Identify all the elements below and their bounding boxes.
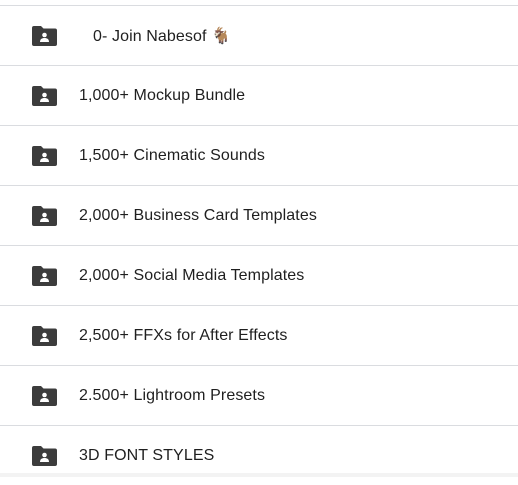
shared-folder-icon	[32, 85, 57, 106]
folder-name: 2,000+ Business Card Templates	[79, 206, 317, 224]
shared-folder-icon	[32, 25, 57, 46]
folder-name: 1,000+ Mockup Bundle	[79, 86, 246, 104]
folder-list: 0- Join Nabesof 🐐 1,000+ Mockup Bundle 1…	[0, 5, 518, 485]
folder-row[interactable]: 1,000+ Mockup Bundle	[0, 66, 518, 126]
shared-folder-icon	[32, 445, 57, 466]
folder-name: 1,500+ Cinematic Sounds	[79, 146, 265, 164]
shared-folder-icon	[32, 385, 57, 406]
folder-row[interactable]: 2,000+ Business Card Templates	[0, 186, 518, 246]
bottom-divider	[0, 473, 518, 477]
shared-folder-icon	[32, 205, 57, 226]
folder-row[interactable]: 2.500+ Lightroom Presets	[0, 366, 518, 426]
folder-row[interactable]: 0- Join Nabesof 🐐	[0, 6, 518, 66]
folder-row[interactable]: 2,000+ Social Media Templates	[0, 246, 518, 306]
folder-name: 3D FONT STYLES	[79, 446, 215, 464]
folder-name: 2.500+ Lightroom Presets	[79, 386, 266, 404]
shared-folder-icon	[32, 145, 57, 166]
folder-name: 2,500+ FFXs for After Effects	[79, 326, 288, 344]
folder-name: 2,000+ Social Media Templates	[79, 266, 305, 284]
folder-row[interactable]: 1,500+ Cinematic Sounds	[0, 126, 518, 186]
folder-name: 0- Join Nabesof 🐐	[93, 27, 232, 45]
shared-folder-icon	[32, 265, 57, 286]
folder-row[interactable]: 2,500+ FFXs for After Effects	[0, 306, 518, 366]
shared-folder-icon	[32, 325, 57, 346]
